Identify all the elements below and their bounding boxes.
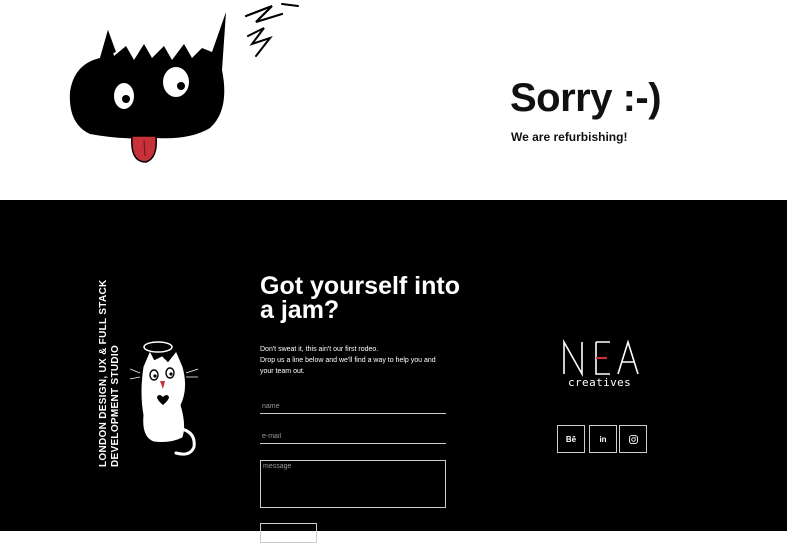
contact-description-line2: Drop us a line below and we'll find a wa… — [260, 357, 436, 375]
instagram-icon — [628, 434, 638, 444]
behance-link[interactable]: Bē — [557, 425, 585, 453]
name-input[interactable] — [260, 400, 446, 414]
page-subtitle: We are refurbishing! — [511, 130, 628, 144]
contact-title: Got yourself into a jam? — [260, 272, 460, 324]
contact-description: Don't sweat it, this ain't our first rod… — [260, 344, 450, 377]
page-title: Sorry :-) — [510, 76, 662, 120]
studio-tagline-line1: London design, UX & full stack — [98, 279, 109, 467]
email-input[interactable] — [260, 430, 446, 444]
cat-devil-illustration — [69, 3, 299, 163]
message-textarea[interactable] — [260, 460, 446, 508]
behance-icon: Bē — [565, 434, 577, 444]
nea-creatives-logo: creatives — [560, 338, 644, 390]
hero-section: Sorry :-) We are refurbishing! — [0, 0, 787, 200]
studio-tagline-line2: development studio — [110, 344, 121, 467]
logo-wordmark: creatives — [568, 376, 632, 389]
cat-angel-illustration — [130, 341, 199, 456]
linkedin-icon: in — [599, 434, 607, 444]
contact-description-line1: Don't sweat it, this ain't our first rod… — [260, 346, 379, 353]
nea-logo-mark — [563, 338, 639, 378]
send-button[interactable] — [260, 523, 317, 543]
studio-tagline: London design, UX & full stack developme… — [98, 279, 122, 467]
instagram-link[interactable] — [619, 425, 647, 453]
linkedin-link[interactable]: in — [589, 425, 617, 453]
